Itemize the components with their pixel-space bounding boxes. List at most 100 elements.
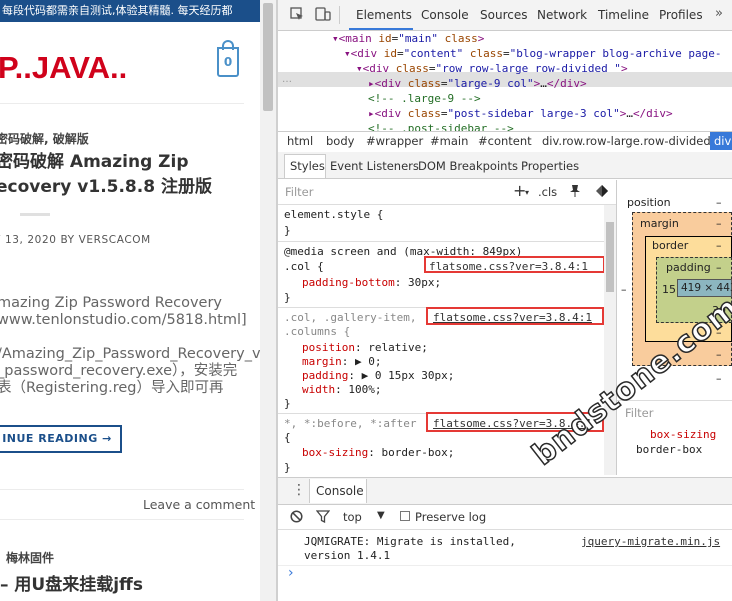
tab-console[interactable]: Console (421, 8, 469, 22)
tab-timeline[interactable]: Timeline (598, 8, 649, 22)
box-model-padding-left: 15 (662, 283, 676, 296)
css-declaration[interactable]: box-sizing: border-box; (302, 446, 454, 459)
excerpt-line: 表（Registering.reg）导入即可再 (0, 380, 224, 396)
dom-tree: ▾<main id="main" class> ▾<div id="content… (278, 30, 732, 135)
css-property[interactable]: width (302, 383, 335, 396)
dom-node[interactable]: ▸<div class="large-9 col">…</div> (368, 76, 587, 91)
dom-node[interactable]: ▾<main id="main" class> (332, 31, 484, 46)
console-message-line: JQMIGRATE: Migrate is installed, (304, 535, 516, 548)
box-model-position-value: – (716, 196, 722, 209)
console-message-line: version 1.4.1 (304, 549, 391, 562)
css-property[interactable]: box-sizing (302, 446, 368, 459)
breadcrumb-item[interactable]: div.row.row-large.row-divided (542, 134, 711, 148)
box-model-margin-bottom: – (716, 348, 722, 361)
box-model-border-label: border (652, 239, 689, 252)
breadcrumb-item[interactable]: #content (478, 134, 532, 148)
breadcrumb-item[interactable]: #main (430, 134, 468, 148)
styles-scrollbar-thumb[interactable] (606, 222, 614, 292)
header-divider (0, 103, 244, 104)
dom-node[interactable]: <!-- .large-9 --> (368, 91, 481, 106)
post-divider (0, 489, 244, 490)
rule-selector[interactable]: .col { (284, 260, 324, 273)
box-model-border-value: – (716, 239, 722, 252)
css-declaration[interactable]: position: relative; (302, 341, 428, 354)
console-context-select[interactable]: top (343, 510, 362, 524)
console-prompt-icon[interactable]: › (288, 565, 294, 581)
chevron-down-icon[interactable]: ▼ (377, 510, 385, 521)
post-title[interactable]: 密码破解 Amazing Zip ecovery v1.5.8.8 注册版 (0, 150, 256, 200)
highlight-box (426, 307, 604, 325)
tab-sources[interactable]: Sources (480, 8, 527, 22)
rule-open: { (284, 431, 291, 444)
top-banner: 每段代码都需亲自测试,体验其精髓. 每天经历都 (0, 0, 260, 22)
leave-comment-link[interactable]: Leave a comment (143, 497, 255, 512)
add-rule-dropdown-icon[interactable]: ▾ (525, 188, 529, 197)
clear-console-icon[interactable] (290, 510, 303, 523)
cart-icon[interactable]: 0 (217, 47, 239, 77)
next-post-category[interactable]: 梅林固件 (6, 549, 54, 566)
post-title-line2[interactable]: ecovery v1.5.8.8 注册版 (0, 175, 256, 200)
filter-icon[interactable] (316, 510, 330, 523)
dom-node[interactable]: ▾<div class="row row-large row-divided "… (356, 61, 628, 76)
tab-network[interactable]: Network (537, 8, 587, 22)
preserve-log-checkbox[interactable] (400, 511, 410, 521)
more-tabs-icon[interactable]: » (715, 6, 723, 21)
subtab-properties[interactable]: Properties (521, 159, 579, 173)
toolbar-divider (339, 6, 340, 24)
dom-node[interactable]: ▾<div id="content" class="blog-wrapper b… (344, 46, 722, 61)
post-categories[interactable]: 密码破解, 破解版 (0, 130, 89, 147)
drawer-tab-console[interactable]: Console (316, 484, 364, 498)
drawer-menu-icon[interactable]: ⋮ (292, 482, 306, 498)
css-property[interactable]: margin (302, 355, 342, 368)
cls-toggle[interactable]: .cls (538, 185, 557, 199)
post-title-line1[interactable]: 密码破解 Amazing Zip (0, 150, 256, 175)
color-format-icon[interactable] (595, 184, 609, 198)
css-value[interactable]: border-box; (381, 446, 454, 459)
rule-selector[interactable]: .columns { (284, 325, 350, 338)
device-toolbar-icon[interactable] (315, 6, 331, 22)
css-declaration[interactable]: padding: ▶ 0 15px 30px; (302, 369, 454, 382)
css-value[interactable]: 100%; (348, 383, 381, 396)
breadcrumb-item[interactable]: html (287, 134, 313, 148)
excerpt-line: _password_recovery.exe），安装完 (0, 363, 238, 379)
rule-selector[interactable]: *, *:before, *:after (284, 417, 416, 430)
subtab-dom-breakpoints[interactable]: DOM Breakpoints (418, 159, 518, 173)
css-property[interactable]: position (302, 341, 355, 354)
tab-elements[interactable]: Elements (356, 8, 412, 22)
styles-filter-input[interactable]: Filter (285, 185, 313, 199)
dom-row-ellipsis: … (282, 74, 293, 85)
rule-selector[interactable]: .col, .gallery-item, (284, 311, 416, 324)
css-value[interactable]: ▶ 0 15px 30px; (362, 369, 455, 382)
preserve-log-label: Preserve log (415, 510, 487, 524)
tab-profiles[interactable]: Profiles (659, 8, 703, 22)
next-post-title[interactable]: – 用U盘来挂载jffs (0, 570, 143, 595)
page-scrollbar-thumb[interactable] (263, 3, 273, 111)
breadcrumb-item[interactable]: #wrapper (366, 134, 423, 148)
rule-selector[interactable]: element.style { (284, 208, 383, 221)
css-declaration[interactable]: margin: ▶ 0; (302, 355, 382, 368)
css-value[interactable]: relative; (368, 341, 428, 354)
breadcrumb-item[interactable]: body (326, 134, 354, 148)
computed-property[interactable]: box-sizing (650, 428, 716, 441)
continue-reading-button[interactable]: INUE READING → (0, 425, 122, 453)
console-source-link[interactable]: jquery-migrate.min.js (581, 535, 720, 548)
site-logo[interactable]: P..JAVA.. (0, 50, 127, 86)
box-model-position-bottom: – (716, 372, 722, 385)
css-declaration[interactable]: padding-bottom: 30px; (302, 276, 441, 289)
css-value[interactable]: ▶ 0; (355, 355, 382, 368)
css-value[interactable]: 30px; (408, 276, 441, 289)
box-model-padding-value: – (716, 261, 722, 274)
rule-close: } (284, 291, 291, 304)
inspect-element-icon[interactable] (290, 7, 304, 21)
pane-divider[interactable] (616, 180, 617, 475)
breadcrumb-item[interactable]: div (714, 134, 731, 148)
subtab-styles[interactable]: Styles (290, 159, 325, 173)
dom-node[interactable]: ▸<div class="post-sidebar large-3 col">…… (368, 106, 673, 121)
rule-close: } (284, 224, 291, 237)
css-property[interactable]: padding-bottom (302, 276, 395, 289)
css-property[interactable]: padding (302, 369, 348, 382)
css-declaration[interactable]: width: 100%; (302, 383, 382, 396)
pin-icon[interactable] (569, 184, 581, 198)
excerpt-line: mazing Zip Password Recovery (0, 295, 222, 311)
subtab-event-listeners[interactable]: Event Listeners (330, 159, 419, 173)
